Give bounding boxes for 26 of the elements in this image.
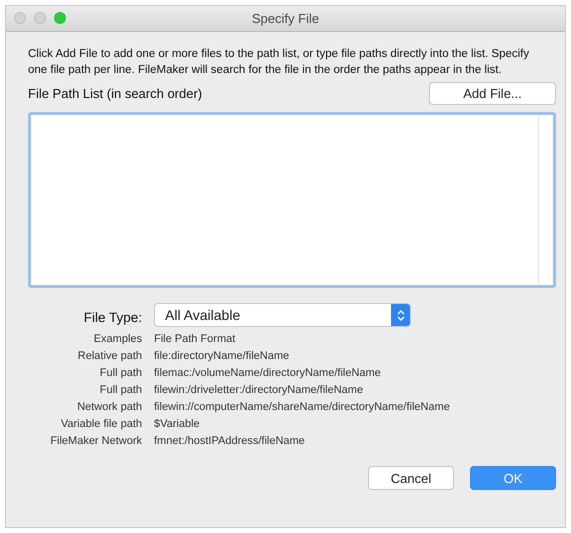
example-label: Variable file path — [60, 417, 142, 432]
example-format: $Variable — [154, 417, 201, 432]
window-title: Specify File — [252, 11, 320, 26]
format-heading: File Path Format — [154, 332, 236, 347]
instructions-text: Click Add File to add one or more files to the path list, or type file paths directly into the list. Specify one file path per line. FileMaker will search for the file in the order the paths appear in the list. — [28, 47, 530, 78]
example-label: Relative path — [76, 349, 142, 364]
stepper-icon — [391, 304, 410, 326]
path-list-label: File Path List (in search order) — [28, 86, 202, 101]
close-icon[interactable] — [14, 12, 26, 24]
example-format: file:directoryName/fileName — [154, 349, 290, 364]
example-format: filewin://computerName/shareName/directoryName/fileName — [154, 400, 451, 415]
example-label: Full path — [98, 383, 142, 398]
example-label: FileMaker Network — [49, 434, 142, 449]
examples-heading: Examples — [92, 332, 142, 347]
example-format: filewin:/driveletter:/directoryName/fileName — [154, 383, 364, 398]
file-type-label: File Type: — [82, 310, 142, 324]
add-file-button[interactable]: Add File... — [429, 82, 556, 105]
zoom-icon[interactable] — [54, 12, 66, 24]
file-type-dropdown[interactable]: All Available — [154, 303, 411, 327]
example-format: fmnet:/hostIPAddress/fileName — [154, 434, 306, 449]
cancel-button[interactable]: Cancel — [368, 466, 454, 490]
minimize-icon[interactable] — [34, 12, 46, 24]
example-format: filemac:/volumeName/directoryName/fileName — [154, 366, 382, 381]
path-list-field[interactable] — [28, 112, 556, 288]
example-label: Full path — [98, 366, 142, 381]
example-label: Network path — [76, 400, 142, 415]
